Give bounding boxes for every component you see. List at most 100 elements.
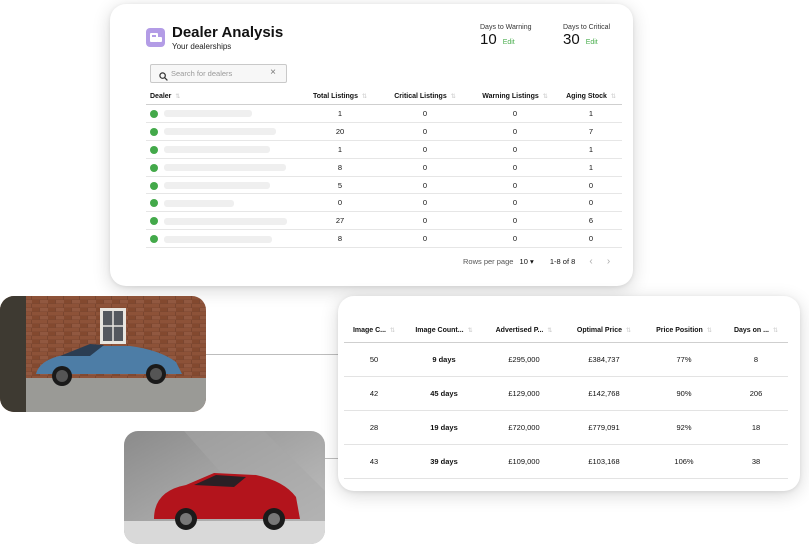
column-header-price-position[interactable]: Price Position ⇅ <box>644 318 724 343</box>
days-to-warning: Days to Warning 10 Edit <box>480 24 531 48</box>
aging-stock-cell: 0 <box>560 193 622 213</box>
column-header-optimal-price[interactable]: Optimal Price ⇅ <box>564 318 644 343</box>
table-row[interactable]: 1 0 0 1 <box>146 140 622 159</box>
sort-icon[interactable]: ⇅ <box>543 94 548 100</box>
table-row[interactable]: 0 0 0 0 <box>146 193 622 213</box>
sort-icon[interactable]: ⇅ <box>611 94 616 100</box>
optimal-price-cell: £384,737 <box>564 342 644 377</box>
days-to-critical-value: 30 <box>563 31 580 48</box>
image-c-cell: 50 <box>344 342 404 377</box>
prev-page-icon[interactable]: ‹ <box>589 256 592 267</box>
warning-listings-cell: 0 <box>470 211 560 231</box>
sort-icon[interactable]: ⇅ <box>362 94 367 100</box>
sort-icon[interactable]: ⇅ <box>451 94 456 100</box>
warning-listings-cell: 0 <box>470 122 560 141</box>
aging-stock-cell: 1 <box>560 158 622 177</box>
edit-warning-link[interactable]: Edit <box>503 39 515 46</box>
dealer-name-redacted <box>164 110 252 118</box>
total-listings-cell: 5 <box>300 176 380 195</box>
table-row[interactable]: 1 0 0 1 <box>146 104 622 123</box>
table-row[interactable]: 27 0 0 6 <box>146 211 622 231</box>
table-row[interactable]: 43 39 days £109,000 £103,168 106% 38 <box>344 444 788 479</box>
dealership-icon <box>146 28 165 47</box>
dealers-table: Dealer ⇅ Total Listings ⇅ Critical Listing… <box>146 88 622 249</box>
column-header-total-listings[interactable]: Total Listings ⇅ <box>300 88 380 105</box>
table-row[interactable]: 50 9 days £295,000 £384,737 77% 8 <box>344 342 788 377</box>
status-dot <box>150 199 158 208</box>
column-header-dealer[interactable]: Dealer ⇅ <box>146 88 300 105</box>
aging-stock-cell: 6 <box>560 211 622 231</box>
chevron-down-icon: ▾ <box>529 257 534 266</box>
advertised-price-cell: £129,000 <box>484 376 564 411</box>
aging-stock-cell: 0 <box>560 176 622 195</box>
search-icon <box>159 68 168 86</box>
status-dot <box>150 145 158 154</box>
critical-listings-cell: 0 <box>380 122 470 141</box>
sort-icon[interactable]: ⇅ <box>390 328 395 334</box>
days-on-cell: 8 <box>724 342 788 377</box>
sort-icon[interactable]: ⇅ <box>773 328 778 334</box>
listings-card: Image C... ⇅ Image Count... ⇅ Advertised P… <box>338 296 800 491</box>
sort-icon[interactable]: ⇅ <box>707 328 712 334</box>
aging-stock-cell: 1 <box>560 104 622 123</box>
column-header-days-on[interactable]: Days on ... ⇅ <box>724 318 788 343</box>
critical-listings-cell: 0 <box>380 211 470 231</box>
image-c-cell: 43 <box>344 444 404 479</box>
sort-icon[interactable]: ⇅ <box>547 328 552 334</box>
pagination-range: 1-8 of 8 <box>549 257 576 266</box>
dealer-analysis-card: Dealer Analysis Your dealerships Days to… <box>110 4 633 286</box>
table-row[interactable]: 28 19 days £720,000 £779,091 92% 18 <box>344 410 788 445</box>
total-listings-cell: 8 <box>300 158 380 177</box>
critical-listings-cell: 0 <box>380 104 470 123</box>
advertised-price-cell: £295,000 <box>484 342 564 377</box>
warning-listings-cell: 0 <box>470 176 560 195</box>
image-count-cell: 39 days <box>404 444 484 479</box>
total-listings-cell: 27 <box>300 211 380 231</box>
critical-listings-cell: 0 <box>380 229 470 249</box>
edit-critical-link[interactable]: Edit <box>586 39 598 46</box>
dealer-name-redacted <box>164 164 286 172</box>
table-row[interactable]: 8 0 0 1 <box>146 158 622 177</box>
column-header-image-count[interactable]: Image Count... ⇅ <box>404 318 484 343</box>
total-listings-cell: 0 <box>300 193 380 213</box>
column-header-aging-stock[interactable]: Aging Stock ⇅ <box>560 88 622 105</box>
optimal-price-cell: £779,091 <box>564 410 644 445</box>
total-listings-cell: 1 <box>300 140 380 159</box>
critical-listings-cell: 0 <box>380 193 470 213</box>
search-placeholder: Search for dealers <box>171 69 233 78</box>
table-row[interactable]: 42 45 days £129,000 £142,768 90% 206 <box>344 376 788 411</box>
clear-icon[interactable]: × <box>270 67 276 78</box>
column-header-image-c[interactable]: Image C... ⇅ <box>344 318 404 343</box>
column-header-critical-listings[interactable]: Critical Listings ⇅ <box>380 88 470 105</box>
sort-icon[interactable]: ⇅ <box>468 328 473 334</box>
connector-line <box>325 458 338 459</box>
warning-listings-cell: 0 <box>470 193 560 213</box>
dealer-search-input[interactable]: Search for dealers × <box>150 64 287 83</box>
days-to-warning-label: Days to Warning <box>480 24 532 31</box>
advertised-price-cell: £720,000 <box>484 410 564 445</box>
column-header-advertised-price[interactable]: Advertised P... ⇅ <box>484 318 564 343</box>
image-count-cell: 19 days <box>404 410 484 445</box>
total-listings-cell: 20 <box>300 122 380 141</box>
next-page-icon[interactable]: › <box>607 256 610 267</box>
page-title: Dealer Analysis <box>172 24 284 41</box>
sort-icon[interactable]: ⇅ <box>175 94 180 100</box>
image-c-cell: 42 <box>344 376 404 411</box>
rows-per-page-select[interactable]: 10 ▾ <box>520 257 534 266</box>
connector-line <box>206 354 338 355</box>
dealer-name-redacted <box>164 235 272 243</box>
table-row[interactable]: 8 0 0 0 <box>146 229 622 249</box>
critical-listings-cell: 0 <box>380 176 470 195</box>
column-header-warning-listings[interactable]: Warning Listings ⇅ <box>470 88 560 105</box>
aging-stock-cell: 0 <box>560 229 622 249</box>
car-photo-red-coupe <box>124 431 325 544</box>
price-position-cell: 92% <box>644 410 724 445</box>
total-listings-cell: 8 <box>300 229 380 249</box>
table-row[interactable]: 20 0 0 7 <box>146 122 622 141</box>
days-to-warning-value: 10 <box>480 31 497 48</box>
sort-icon[interactable]: ⇅ <box>626 328 631 334</box>
table-row[interactable]: 5 0 0 0 <box>146 176 622 195</box>
page-subtitle: Your dealerships <box>172 42 232 51</box>
days-to-critical-label: Days to Critical <box>563 24 611 31</box>
status-dot <box>150 109 158 118</box>
